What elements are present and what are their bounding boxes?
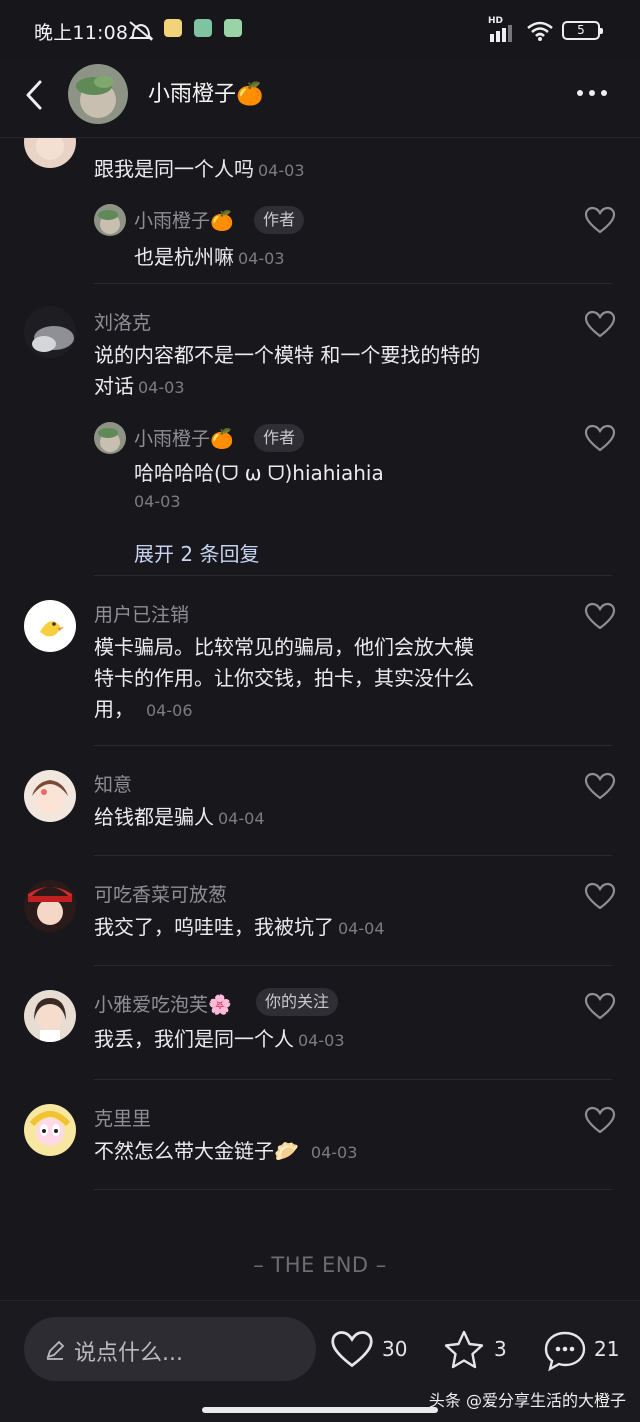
user-avatar[interactable] bbox=[94, 204, 126, 236]
divider bbox=[94, 965, 612, 966]
comment-text: 给钱都是骗人 04-04 bbox=[94, 805, 265, 829]
heart-icon[interactable] bbox=[584, 424, 616, 452]
user-avatar[interactable] bbox=[24, 1104, 76, 1156]
heart-icon[interactable] bbox=[584, 772, 616, 800]
heart-icon bbox=[331, 1331, 373, 1368]
comment-date: 04-04 bbox=[338, 919, 385, 938]
comment-date: 04-03 bbox=[238, 249, 285, 268]
heart-icon[interactable] bbox=[584, 206, 616, 234]
status-bar: 晚上11:08 HD 5 bbox=[0, 0, 640, 60]
user-avatar[interactable] bbox=[24, 990, 76, 1042]
comment-username[interactable]: 小雨橙子🍊 bbox=[134, 206, 234, 233]
comment-date: 04-06 bbox=[146, 701, 193, 720]
signal-icon bbox=[490, 25, 512, 42]
heart-icon[interactable] bbox=[584, 882, 616, 910]
heart-icon[interactable] bbox=[584, 602, 616, 630]
like-button[interactable]: 30 bbox=[330, 1329, 410, 1369]
divider bbox=[94, 575, 612, 576]
user-avatar[interactable] bbox=[24, 770, 76, 822]
user-avatar[interactable] bbox=[24, 880, 76, 932]
app-notification-icon bbox=[224, 19, 242, 37]
comment-text: 跟我是同一个人吗 04-03 bbox=[94, 157, 305, 181]
comment-text: 也是杭州嘛 04-03 bbox=[134, 245, 285, 269]
comment-username[interactable]: 刘洛克 bbox=[94, 308, 151, 335]
user-avatar[interactable] bbox=[24, 306, 76, 358]
comment-username[interactable]: 克里里 bbox=[94, 1104, 151, 1131]
author-badge: 作者 bbox=[254, 206, 305, 234]
home-indicator[interactable] bbox=[202, 1407, 438, 1413]
divider bbox=[94, 855, 612, 856]
status-time: 晚上11:08 bbox=[34, 22, 129, 44]
bottom-action-bar: 说点什么... 30 3 21 头条 @爱分享生活的大橙子 bbox=[0, 1300, 640, 1422]
wifi-icon bbox=[527, 21, 553, 41]
comment-date: 04-03 bbox=[258, 161, 305, 180]
more-icon[interactable] bbox=[572, 78, 612, 108]
chat-header: 小雨橙子🍊 bbox=[0, 60, 640, 138]
comment-list: 跟我是同一个人吗 04-03 小雨橙子🍊 作者 也是杭州嘛 04-03 刘洛克 说的… bbox=[0, 138, 640, 1300]
comment-bubble-icon bbox=[544, 1331, 586, 1372]
favorite-count: 3 bbox=[494, 1337, 507, 1361]
app-notification-icon bbox=[194, 19, 212, 37]
comment-date: 04-03 bbox=[298, 1031, 345, 1050]
mute-icon bbox=[128, 21, 154, 41]
comment-input[interactable]: 说点什么... bbox=[24, 1317, 316, 1381]
battery-icon: 5 bbox=[562, 21, 603, 40]
comment-text: 不然怎么带大金链子🥟 04-03 bbox=[94, 1139, 358, 1163]
comment-text: 我交了，呜哇哇，我被坑了 04-04 bbox=[94, 915, 385, 939]
heart-icon[interactable] bbox=[584, 1106, 616, 1134]
author-name: 小雨橙子🍊 bbox=[148, 82, 264, 107]
divider bbox=[94, 1079, 612, 1080]
user-avatar[interactable] bbox=[24, 600, 76, 652]
comment-button[interactable]: 21 bbox=[542, 1329, 622, 1372]
comment-count: 21 bbox=[594, 1337, 620, 1361]
author-avatar[interactable] bbox=[68, 64, 128, 124]
author-badge: 作者 bbox=[254, 424, 305, 452]
following-badge: 你的关注 bbox=[256, 988, 339, 1016]
comment-username[interactable]: 可吃香菜可放葱 bbox=[94, 880, 227, 907]
user-avatar[interactable] bbox=[24, 138, 76, 168]
comment-date: 04-03 bbox=[134, 492, 181, 511]
source-watermark: 头条 @爱分享生活的大橙子 bbox=[428, 1391, 626, 1410]
divider bbox=[94, 1189, 612, 1190]
divider bbox=[94, 283, 612, 284]
back-arrow-icon[interactable] bbox=[20, 78, 50, 112]
star-icon bbox=[444, 1330, 484, 1369]
comment-input-placeholder: 说点什么... bbox=[74, 1341, 183, 1366]
pencil-icon bbox=[46, 1340, 65, 1360]
expand-replies-link[interactable]: 展开 2 条回复 bbox=[134, 538, 259, 567]
like-count: 30 bbox=[382, 1337, 408, 1361]
comment-text: 我丢，我们是同一个人 04-03 bbox=[94, 1027, 345, 1051]
comment-username[interactable]: 小雅爱吃泡芙🌸 bbox=[94, 990, 232, 1017]
comment-date: 04-03 bbox=[138, 378, 185, 397]
comment-text: 哈哈哈哈(ᗜ ω ᗜ)hiahiahia bbox=[134, 461, 384, 485]
comment-text: 模卡骗局。比较常见的骗局，他们会放大模 特卡的作用。让你交钱，拍卡，其实没什么 … bbox=[94, 635, 474, 721]
comment-date: 04-04 bbox=[218, 809, 265, 828]
app-notification-icon bbox=[164, 19, 182, 37]
heart-icon[interactable] bbox=[584, 310, 616, 338]
comment-username[interactable]: 知意 bbox=[94, 770, 132, 797]
comment-username[interactable]: 用户已注销 bbox=[94, 600, 189, 627]
divider bbox=[94, 745, 612, 746]
heart-icon[interactable] bbox=[584, 992, 616, 1020]
user-avatar[interactable] bbox=[94, 422, 126, 454]
comment-text: 说的内容都不是一个模特 和一个要找的特的 对话 04-03 bbox=[94, 343, 481, 398]
favorite-button[interactable]: 3 bbox=[442, 1329, 512, 1369]
comment-username[interactable]: 小雨橙子🍊 bbox=[134, 424, 234, 451]
end-of-list-text: – THE END – bbox=[253, 1253, 387, 1277]
comment-date: 04-03 bbox=[310, 1143, 358, 1162]
